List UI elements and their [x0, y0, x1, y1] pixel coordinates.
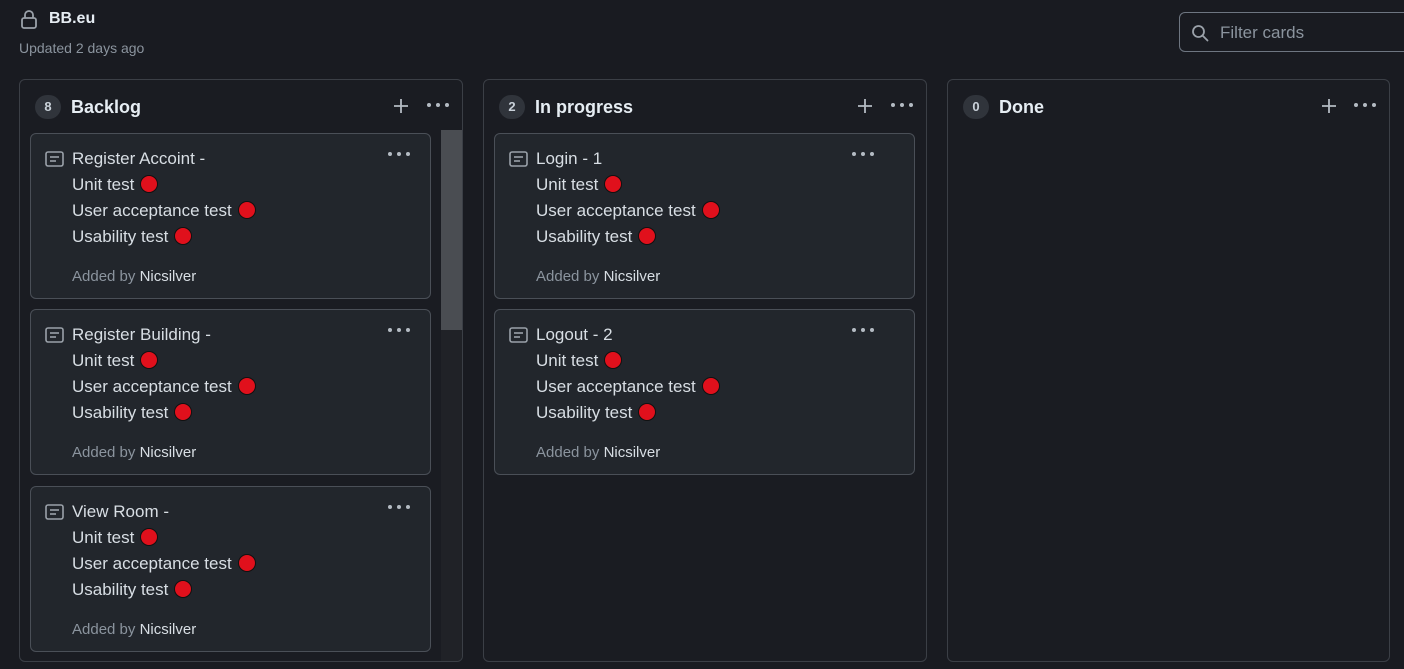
- card-title[interactable]: Register Building -: [72, 325, 211, 345]
- card-menu-button[interactable]: [850, 323, 876, 337]
- card-menu-button[interactable]: [850, 147, 876, 161]
- card[interactable]: View Room - Unit test User acceptance te…: [30, 486, 431, 652]
- red-circle-icon: [174, 580, 193, 598]
- added-by: Added by Nicsilver: [72, 268, 197, 285]
- column-title: Done: [999, 97, 1044, 117]
- test-item: Unit test: [72, 528, 159, 550]
- test-item: Usability test: [72, 580, 193, 602]
- column-backlog: 8 Backlog Register Accoint - Unit test U…: [19, 79, 463, 662]
- red-circle-icon: [140, 175, 159, 193]
- red-circle-icon: [604, 351, 623, 369]
- note-icon: [45, 504, 64, 520]
- card-count-badge: 2: [499, 95, 525, 119]
- red-circle-icon: [237, 377, 256, 395]
- scrollbar-thumb[interactable]: [441, 130, 462, 330]
- author-name[interactable]: Nicsilver: [604, 268, 661, 285]
- card-menu-button[interactable]: [386, 323, 412, 337]
- author-name[interactable]: Nicsilver: [604, 444, 661, 461]
- card-title[interactable]: Login - 1: [536, 149, 602, 169]
- test-item: Usability test: [72, 403, 193, 425]
- red-circle-icon: [701, 201, 720, 219]
- test-item: Usability test: [72, 227, 193, 249]
- added-by: Added by Nicsilver: [72, 444, 197, 461]
- search-icon: [1192, 25, 1209, 42]
- added-by: Added by Nicsilver: [536, 444, 661, 461]
- red-circle-icon: [237, 554, 256, 572]
- red-circle-icon: [638, 403, 657, 421]
- add-card-button[interactable]: [391, 96, 411, 116]
- test-item: User acceptance test: [72, 377, 256, 399]
- column-menu-button[interactable]: [1353, 97, 1377, 113]
- lock-icon: [21, 10, 37, 29]
- filter-cards-input[interactable]: [1220, 21, 1404, 45]
- project-title: BB.eu: [49, 10, 96, 27]
- red-circle-icon: [638, 227, 657, 245]
- note-icon: [45, 327, 64, 343]
- test-item: User acceptance test: [536, 377, 720, 399]
- column-title: Backlog: [71, 97, 142, 117]
- column-menu-button[interactable]: [890, 97, 914, 113]
- column-menu-button[interactable]: [426, 97, 450, 113]
- column-scrollbar[interactable]: [441, 130, 462, 661]
- added-by: Added by Nicsilver: [536, 268, 661, 285]
- card[interactable]: Register Building - Unit test User accep…: [30, 309, 431, 475]
- note-icon: [509, 151, 528, 167]
- red-circle-icon: [140, 351, 159, 369]
- test-item: Unit test: [72, 175, 159, 197]
- card-count-badge: 0: [963, 95, 989, 119]
- card-menu-button[interactable]: [386, 500, 412, 514]
- added-by: Added by Nicsilver: [72, 621, 197, 638]
- column-header: 8 Backlog: [20, 80, 462, 132]
- card-count-badge: 8: [35, 95, 61, 119]
- add-card-button[interactable]: [1319, 96, 1339, 116]
- author-name[interactable]: Nicsilver: [140, 621, 197, 638]
- card-menu-button[interactable]: [386, 147, 412, 161]
- updated-status: Updated 2 days ago: [19, 40, 145, 56]
- test-item: User acceptance test: [72, 201, 256, 223]
- test-item: Unit test: [72, 351, 159, 373]
- author-name[interactable]: Nicsilver: [140, 268, 197, 285]
- card-title[interactable]: View Room -: [72, 502, 169, 522]
- test-item: Unit test: [536, 175, 623, 197]
- red-circle-icon: [174, 403, 193, 421]
- column-title: In progress: [535, 97, 634, 117]
- board-header: BB.eu Updated 2 days ago: [0, 0, 1404, 70]
- note-icon: [45, 151, 64, 167]
- card-title[interactable]: Register Accoint -: [72, 149, 205, 169]
- red-circle-icon: [174, 227, 193, 245]
- test-item: Usability test: [536, 227, 657, 249]
- note-icon: [509, 327, 528, 343]
- card-title[interactable]: Logout - 2: [536, 325, 613, 345]
- card[interactable]: Login - 1 Unit test User acceptance test…: [494, 133, 915, 299]
- column-done: 0 Done: [947, 79, 1390, 662]
- test-item: User acceptance test: [72, 554, 256, 576]
- card[interactable]: Register Accoint - Unit test User accept…: [30, 133, 431, 299]
- test-item: Unit test: [536, 351, 623, 373]
- red-circle-icon: [140, 528, 159, 546]
- test-item: Usability test: [536, 403, 657, 425]
- column-header: 0 Done: [948, 80, 1389, 132]
- author-name[interactable]: Nicsilver: [140, 444, 197, 461]
- add-card-button[interactable]: [855, 96, 875, 116]
- test-item: User acceptance test: [536, 201, 720, 223]
- red-circle-icon: [237, 201, 256, 219]
- red-circle-icon: [604, 175, 623, 193]
- red-circle-icon: [701, 377, 720, 395]
- filter-cards-field[interactable]: [1179, 12, 1404, 52]
- card[interactable]: Logout - 2 Unit test User acceptance tes…: [494, 309, 915, 475]
- column-in-progress: 2 In progress Login - 1 Unit test User a…: [483, 79, 927, 662]
- column-header: 2 In progress: [484, 80, 926, 132]
